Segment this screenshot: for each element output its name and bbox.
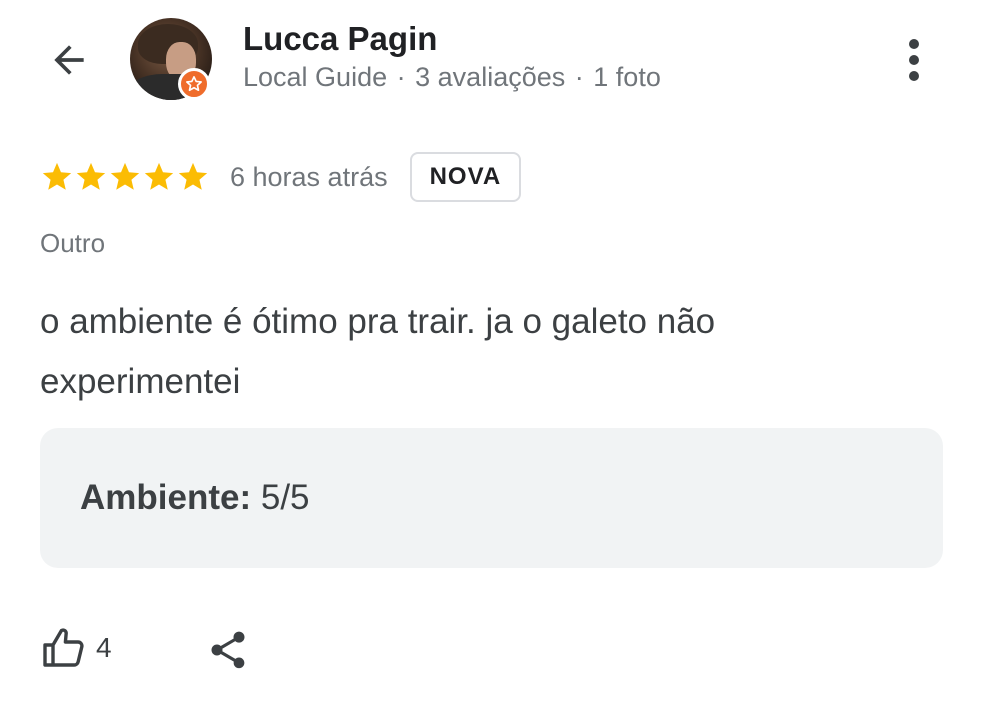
photo-count: 1 foto	[593, 62, 661, 92]
star-icon	[42, 162, 72, 190]
review-time: 6 horas atrás	[230, 161, 388, 192]
review-category: Outro	[40, 228, 106, 258]
like-button[interactable]: 4	[40, 620, 112, 676]
star-rating	[40, 160, 210, 194]
thumbs-up-icon	[43, 628, 84, 667]
back-button[interactable]	[40, 36, 98, 84]
user-role: Local Guide	[243, 62, 388, 92]
star-icon	[76, 162, 106, 190]
star-icon	[178, 162, 208, 190]
local-guide-badge	[178, 68, 210, 100]
meta-separator: ·	[396, 62, 406, 92]
review-count: 3 avaliações	[415, 62, 566, 92]
meta-separator: ·	[574, 62, 584, 92]
user-meta: Local Guide · 3 avaliações · 1 foto	[243, 62, 661, 93]
more-options-button[interactable]	[892, 34, 936, 86]
attribute-label: Ambiente:	[80, 478, 252, 517]
arrow-left-icon	[54, 45, 84, 75]
new-badge: NOVA	[409, 152, 522, 202]
star-icon	[144, 162, 174, 190]
rating-row: 6 horas atrás NOVA	[40, 150, 522, 204]
user-name[interactable]: Lucca Pagin	[243, 20, 437, 58]
local-guide-star-icon	[186, 76, 202, 92]
share-button[interactable]	[200, 622, 256, 678]
review-text: o ambiente é ótimo pra trair. ja o galet…	[40, 302, 716, 401]
attributes-panel: Ambiente: 5/5	[40, 428, 943, 568]
more-vertical-icon	[909, 39, 919, 81]
like-count: 4	[96, 632, 112, 663]
attribute-value: 5/5	[260, 478, 310, 517]
share-icon	[211, 631, 245, 669]
star-icon	[110, 162, 140, 190]
attribute-ambiente: Ambiente: 5/5	[80, 478, 310, 518]
